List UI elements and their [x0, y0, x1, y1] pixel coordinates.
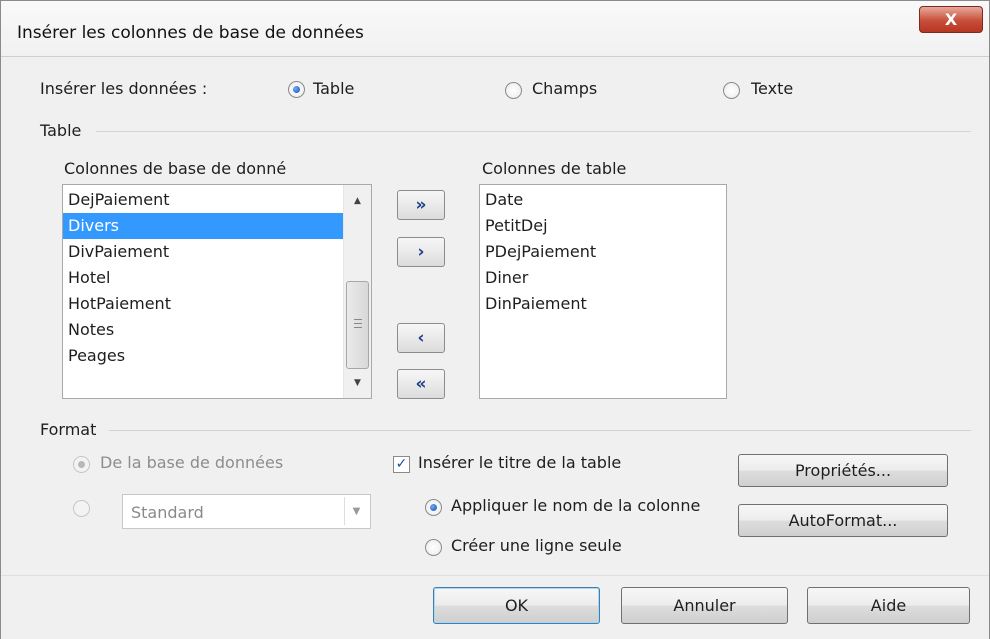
help-button-label: Aide	[870, 596, 907, 615]
radio-single-line-icon[interactable]	[425, 539, 442, 556]
autoformat-button[interactable]: AutoFormat...	[738, 504, 948, 537]
list-item[interactable]: HotPaiement	[63, 291, 371, 317]
title-bar[interactable]: Insérer les colonnes de base de données …	[1, 1, 989, 57]
radio-fields-label[interactable]: Champs	[532, 79, 597, 98]
table-section-title: Table	[40, 121, 82, 140]
dialog-footer: OK Annuler Aide	[1, 575, 989, 639]
list-item[interactable]: DivPaiement	[63, 239, 371, 265]
list-item[interactable]: Date	[480, 187, 726, 213]
double-chevron-left-icon: «	[415, 374, 427, 394]
dialog-window: Insérer les colonnes de base de données …	[0, 0, 990, 639]
move-left-button[interactable]: ‹	[397, 323, 445, 353]
table-section-divider	[96, 131, 971, 132]
radio-apply-column-name-label[interactable]: Appliquer le nom de la colonne	[451, 496, 700, 515]
list-item-selected[interactable]: Divers	[63, 213, 344, 239]
radio-single-line-label[interactable]: Créer une ligne seule	[451, 536, 622, 555]
autoformat-button-label: AutoFormat...	[788, 511, 898, 530]
double-chevron-right-icon: »	[415, 195, 427, 215]
move-all-left-button[interactable]: «	[397, 369, 445, 399]
table-columns-label: Colonnes de table	[482, 159, 627, 178]
list-item[interactable]: PetitDej	[480, 213, 726, 239]
list-item[interactable]: Peages	[63, 343, 371, 369]
list-item[interactable]: PDejPaiement	[480, 239, 726, 265]
radio-text-label[interactable]: Texte	[751, 79, 793, 98]
db-columns-label: Colonnes de base de donné	[64, 159, 287, 178]
scroll-down-icon[interactable]: ▼	[344, 373, 371, 393]
radio-from-db-label[interactable]: De la base de données	[100, 453, 283, 472]
properties-button-label: Propriétés...	[794, 461, 892, 480]
format-section-title: Format	[40, 420, 97, 439]
close-button[interactable]: X	[919, 6, 983, 33]
radio-table-icon[interactable]	[288, 81, 305, 98]
format-section-divider	[109, 430, 971, 431]
list-item[interactable]: DejPaiement	[63, 187, 371, 213]
radio-from-db-icon[interactable]	[73, 456, 90, 473]
db-columns-list[interactable]: DejPaiement Divers DivPaiement Hotel Hot…	[62, 184, 372, 399]
format-combo[interactable]: Standard ▼	[122, 494, 371, 529]
close-icon: X	[944, 10, 958, 29]
insert-title-checkbox[interactable]: ✓	[393, 456, 410, 473]
radio-custom-format-icon[interactable]	[73, 500, 90, 517]
help-button[interactable]: Aide	[807, 587, 970, 624]
checkmark-icon: ✓	[395, 456, 408, 472]
move-all-right-button[interactable]: »	[397, 190, 445, 220]
cancel-button[interactable]: Annuler	[621, 587, 788, 624]
format-combo-value: Standard	[131, 503, 204, 522]
ok-button-label: OK	[504, 596, 529, 615]
chevron-left-icon: ‹	[417, 328, 425, 348]
ok-button[interactable]: OK	[433, 587, 600, 624]
chevron-right-icon: ›	[417, 242, 425, 262]
properties-button[interactable]: Propriétés...	[738, 454, 948, 487]
radio-table-label[interactable]: Table	[313, 79, 354, 98]
scroll-up-icon[interactable]: ▲	[344, 191, 371, 211]
scroll-thumb[interactable]	[346, 281, 369, 369]
db-columns-scrollbar[interactable]: ▲ ▼	[343, 185, 371, 398]
radio-apply-column-name-icon[interactable]	[425, 499, 442, 516]
cancel-button-label: Annuler	[673, 596, 736, 615]
radio-text-icon[interactable]	[723, 82, 740, 99]
dialog-title: Insérer les colonnes de base de données	[17, 23, 364, 43]
insert-title-label[interactable]: Insérer le titre de la table	[418, 453, 621, 472]
list-item[interactable]: Diner	[480, 265, 726, 291]
list-item[interactable]: DinPaiement	[480, 291, 726, 317]
radio-fields-icon[interactable]	[505, 82, 522, 99]
list-item[interactable]: Notes	[63, 317, 371, 343]
move-right-button[interactable]: ›	[397, 237, 445, 267]
table-columns-list[interactable]: Date PetitDej PDejPaiement Diner DinPaie…	[479, 184, 727, 399]
list-item[interactable]: Hotel	[63, 265, 371, 291]
chevron-down-icon[interactable]: ▼	[344, 497, 368, 525]
insert-data-label: Insérer les données :	[40, 79, 208, 98]
